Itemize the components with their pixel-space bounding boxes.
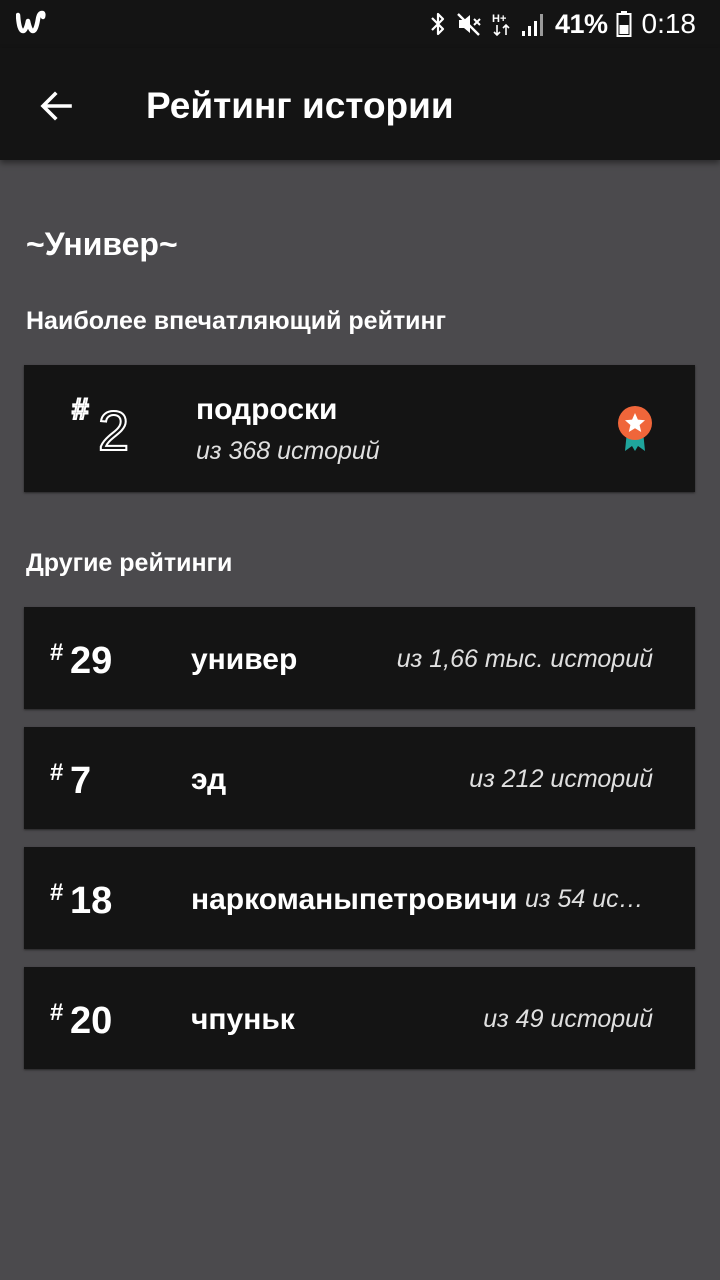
ranking-tag: эд: [191, 763, 227, 796]
ranking-count: из 54 ист...: [525, 885, 653, 913]
back-button[interactable]: [30, 80, 82, 132]
ranking-tag: чпуньк: [191, 1003, 295, 1036]
rank-hash: #: [50, 879, 64, 906]
status-bar: H+ 41% 0:18: [0, 0, 720, 48]
bluetooth-icon: [429, 11, 447, 37]
rank-number: 20: [70, 1000, 113, 1042]
ranking-count: из 368 историй: [196, 437, 380, 465]
ranking-row[interactable]: # 29 универ из 1,66 тыс. историй: [24, 607, 695, 709]
other-rankings-label: Другие рейтинги: [26, 549, 233, 577]
rank-hash: #: [50, 759, 64, 786]
ranking-count: из 49 историй: [483, 1005, 653, 1033]
rank-number: 18: [70, 880, 113, 922]
battery-percent: 41%: [554, 8, 608, 39]
app-bar: Рейтинг истории: [0, 48, 720, 160]
rank-hash: #: [50, 999, 64, 1026]
rank-hash: #: [50, 639, 64, 666]
page-title: Рейтинг истории: [146, 85, 454, 126]
ranking-count: из 212 историй: [469, 765, 653, 793]
featured-section-label: Наиболее впечатляющий рейтинг: [26, 307, 447, 335]
signal-icon: [521, 11, 547, 37]
battery-icon: [616, 10, 632, 38]
ranking-tag: универ: [191, 643, 298, 676]
ranking-row[interactable]: # 18 наркоманыпетровичи из 54 ист...: [24, 847, 695, 949]
ranking-row[interactable]: # 20 чпуньк из 49 историй: [24, 967, 695, 1069]
rank-number: 29: [70, 640, 113, 682]
ranking-count: из 1,66 тыс. историй: [396, 645, 653, 673]
ranking-tag: наркоманыпетровичи: [191, 883, 518, 916]
wattpad-w-icon: [16, 10, 46, 34]
ranking-tag: подроски: [196, 393, 338, 426]
featured-ranking-card[interactable]: # 2 подроски из 368 историй: [24, 365, 695, 492]
story-title: ~Универ~: [26, 226, 178, 262]
mute-icon: [455, 11, 483, 37]
rank-number: 7: [70, 760, 92, 802]
medal-star-icon: [618, 406, 652, 451]
clock: 0:18: [641, 8, 697, 39]
svg-text:H+: H+: [492, 13, 506, 25]
hplus-data-icon: H+: [491, 11, 513, 37]
rank-hash: #: [71, 393, 90, 426]
rank-number: 2: [97, 399, 130, 462]
ranking-row[interactable]: # 7 эд из 212 историй: [24, 727, 695, 829]
arrow-left-icon: [40, 91, 72, 121]
